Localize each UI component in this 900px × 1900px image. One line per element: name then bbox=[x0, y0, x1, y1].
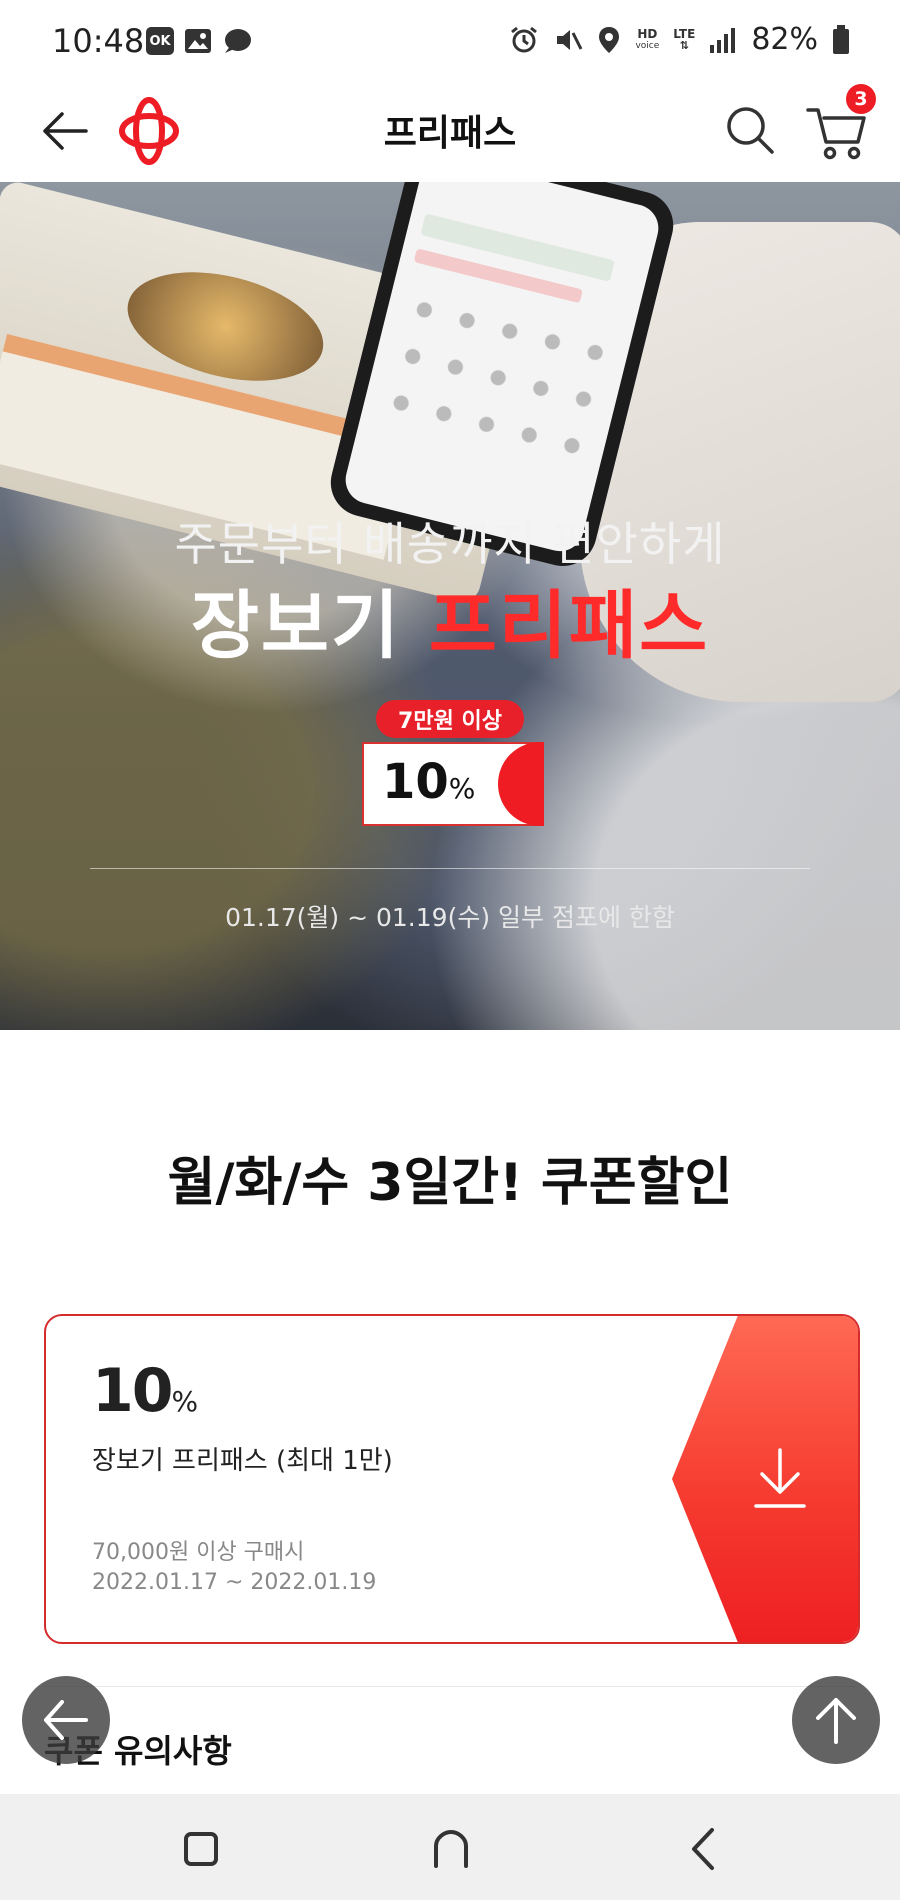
coupon-discount-value: 10 bbox=[92, 1356, 173, 1426]
hd-voice-icon: HD voice bbox=[635, 28, 659, 52]
chat-icon bbox=[225, 29, 251, 53]
status-bar: 10:48 OK HD voice LTE ⇅ 82% bbox=[0, 0, 900, 80]
cart-count-badge: 3 bbox=[846, 84, 876, 114]
home-button[interactable] bbox=[426, 1824, 476, 1874]
download-icon bbox=[754, 1448, 806, 1508]
system-nav-bar bbox=[0, 1794, 900, 1900]
ok-cashbag-icon: OK bbox=[146, 27, 174, 55]
search-icon bbox=[727, 107, 774, 154]
mute-icon bbox=[557, 29, 583, 50]
arrow-up-icon bbox=[816, 1698, 856, 1744]
floating-back-button[interactable] bbox=[22, 1676, 110, 1764]
scroll-top-button[interactable] bbox=[792, 1676, 880, 1764]
voice-label: voice bbox=[635, 40, 660, 51]
alarm-icon bbox=[511, 26, 538, 52]
hero-coupon-tab bbox=[498, 742, 544, 826]
status-system-icons: HD voice LTE ⇅ 82% bbox=[509, 22, 850, 57]
hero-period: 01.17(월) ~ 01.19(수) 일부 점포에 한함 bbox=[225, 903, 675, 932]
status-time: 10:48 bbox=[52, 22, 145, 60]
hero-discount-value: 10 bbox=[382, 754, 449, 810]
status-notification-icons: OK bbox=[146, 27, 252, 55]
signal-icon bbox=[710, 27, 736, 53]
coupon-card[interactable]: 10% 장보기 프리패스 (최대 1만) 70,000원 이상 구매시 2022… bbox=[44, 1314, 860, 1644]
hero-coupon-graphic: 10% bbox=[362, 742, 544, 826]
home-icon bbox=[434, 1829, 468, 1868]
hero-discount-unit: % bbox=[448, 772, 476, 805]
battery-percent: 82% bbox=[751, 22, 818, 57]
coupon-download-button[interactable] bbox=[672, 1316, 858, 1642]
hero-subtitle: 주문부터 배송까지 편안하게 bbox=[174, 517, 726, 571]
recent-apps-icon bbox=[184, 1832, 218, 1866]
system-back-button[interactable] bbox=[680, 1824, 730, 1874]
hero-banner: 주문부터 배송까지 편안하게 장보기 프리패스 7만원 이상 10% 01.17… bbox=[0, 182, 900, 1030]
coupon-name: 장보기 프리패스 (최대 1만) bbox=[92, 1446, 393, 1476]
app-header: 프리패스 bbox=[0, 80, 900, 182]
hero-title-white: 장보기 bbox=[190, 583, 402, 669]
hero-discount: 10% bbox=[382, 754, 475, 810]
coupon-condition: 70,000원 이상 구매시 bbox=[92, 1540, 305, 1565]
section-title: 월/화/수 3일간! 쿠폰할인 bbox=[167, 1153, 733, 1213]
hero-title: 장보기 프리패스 bbox=[0, 566, 900, 673]
location-icon bbox=[599, 26, 620, 53]
battery-icon bbox=[833, 24, 849, 54]
lte-icon: LTE ⇅ bbox=[673, 26, 696, 52]
arrow-left-icon bbox=[44, 1700, 88, 1740]
section-divider bbox=[44, 1686, 856, 1687]
chevron-left-icon bbox=[692, 1828, 714, 1870]
hero-divider bbox=[90, 868, 810, 869]
search-button[interactable] bbox=[722, 102, 778, 158]
hero-title-red: 프리패스 bbox=[428, 583, 710, 669]
coupon-discount-unit: % bbox=[171, 1385, 199, 1418]
lte-label: LTE bbox=[673, 26, 696, 41]
hero-condition-badge: 7만원 이상 bbox=[376, 700, 524, 738]
hd-label: HD bbox=[637, 26, 658, 41]
coupon-date-range: 2022.01.17 ~ 2022.01.19 bbox=[92, 1570, 377, 1595]
coupon-discount: 10% bbox=[92, 1356, 198, 1426]
recent-apps-button[interactable] bbox=[176, 1824, 226, 1874]
image-icon bbox=[185, 29, 211, 53]
